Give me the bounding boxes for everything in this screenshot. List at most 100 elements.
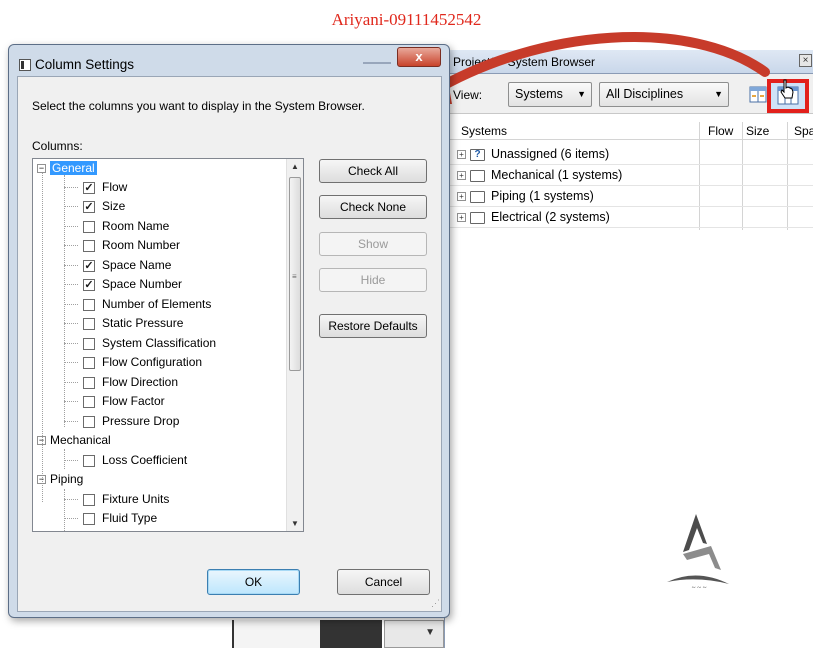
view-dropdown[interactable]: Systems ▼ [508,82,592,107]
column-option-label: Pressure Drop [102,414,180,428]
chevron-up-icon[interactable]: ▲ [291,162,299,171]
column-option[interactable]: Fluid Type [64,509,158,528]
tree-group-label: Mechanical [50,433,111,447]
expand-icon[interactable]: + [457,192,466,202]
collapse-icon[interactable]: − [37,475,46,485]
column-option-label: Space Name [102,258,172,272]
logo-icon: ~ ~ ~ [667,514,729,592]
check-none-button[interactable]: Check None [319,195,427,219]
collapse-icon[interactable]: − [37,436,46,446]
system-browser-title: Project2 - System Browser [453,55,596,69]
column-option[interactable]: ✓ Space Name [64,256,172,275]
tree-connector [64,265,78,266]
tree-connector [64,323,78,324]
tree-connector [64,460,78,461]
column-option[interactable]: ✓ Flow [64,178,128,197]
close-icon[interactable]: × [799,54,812,67]
column-option[interactable]: Flow Direction [64,373,178,392]
checkbox-unchecked-icon[interactable] [83,239,95,252]
expand-icon[interactable]: + [457,150,466,160]
tree-connector [64,226,78,227]
checkbox-checked-icon[interactable]: ✓ [83,278,95,291]
column-option[interactable]: ✓ Space Number [64,275,182,294]
chevron-down-icon: ▼ [577,89,586,99]
column-option-label: Fixture Units [102,492,170,506]
checkbox-checked-icon[interactable]: ✓ [83,259,95,272]
discipline-dropdown[interactable]: All Disciplines ▼ [599,82,729,107]
column-option[interactable]: Fixture Units [64,490,170,509]
list-scrollbar[interactable]: ▲ ≡ ▼ [286,159,303,531]
column-option[interactable]: Flow Configuration [64,353,203,372]
column-option[interactable]: Flow Factor [64,392,165,411]
checkbox-unchecked-icon[interactable] [83,512,95,525]
column-option-label: Flow [102,180,128,194]
expand-icon[interactable]: + [457,171,466,181]
tree-connector [64,343,78,344]
background-scrollbar[interactable]: ▼ [384,620,444,648]
view-dropdown-value: Systems [515,87,563,101]
cancel-button[interactable]: Cancel [337,569,430,595]
checkbox-unchecked-icon[interactable] [83,376,95,389]
resize-grip-icon[interactable]: ⋰ [431,598,440,609]
column-option-label: Flow Factor [102,394,165,408]
tree-connector [64,187,78,188]
restore-defaults-button[interactable]: Restore Defaults [319,314,427,338]
folder-icon [470,211,485,224]
check-all-button[interactable]: Check All [319,159,427,183]
column-option-label: Fluid Type [102,511,158,525]
tree-item-label: Piping (1 systems) [491,189,594,203]
chevron-down-icon[interactable]: ▼ [291,519,299,528]
column-header-flow[interactable]: Flow [708,124,733,138]
column-option-label: Flow Configuration [102,355,203,369]
column-divider [787,122,788,230]
tree-group-piping[interactable]: − Piping [37,470,83,489]
column-header-systems[interactable]: Systems [461,124,507,138]
tree-connector [64,382,78,383]
columns-label: Columns: [32,139,83,153]
expand-icon[interactable]: + [457,213,466,223]
tree-connector [64,284,78,285]
column-option[interactable]: ✓ Size [64,197,125,216]
autofit-columns-icon[interactable] [749,86,767,103]
close-button[interactable]: x [397,47,441,67]
hide-button[interactable]: Hide [319,268,427,292]
instruction-text: Select the columns you want to display i… [32,99,365,113]
tree-item[interactable]: +? Unassigned (6 items) [457,144,609,164]
checkbox-unchecked-icon[interactable] [83,356,95,369]
checkbox-unchecked-icon[interactable] [83,395,95,408]
row-divider [445,227,813,228]
checkbox-unchecked-icon[interactable] [83,493,95,506]
columns-tree-list[interactable]: − General ✓ Flow ✓ Size Room Name Room Numb… [32,158,304,532]
column-option[interactable]: Pressure Drop [64,412,180,431]
discipline-dropdown-value: All Disciplines [606,87,684,101]
column-option[interactable]: Loss Coefficient [64,451,187,470]
tree-group-general[interactable]: − General [37,159,97,178]
tree-group-mechanical[interactable]: − Mechanical [37,431,111,450]
column-option[interactable]: Room Name [64,217,169,236]
checkbox-checked-icon[interactable]: ✓ [83,181,95,194]
checkbox-unchecked-icon[interactable] [83,220,95,233]
collapse-icon[interactable]: − [37,164,46,174]
column-option[interactable]: Static Pressure [64,314,183,333]
checkbox-unchecked-icon[interactable] [83,454,95,467]
ok-button[interactable]: OK [207,569,300,595]
checkbox-unchecked-icon[interactable] [83,317,95,330]
column-header-size[interactable]: Size [746,124,769,138]
column-settings-dialog: Column Settings x Select the columns you… [8,44,450,618]
tree-item[interactable]: + Mechanical (1 systems) [457,165,622,185]
checkbox-unchecked-icon[interactable] [83,415,95,428]
tree-item[interactable]: + Piping (1 systems) [457,186,594,206]
column-header-space[interactable]: Spa [794,124,813,138]
tree-connector [64,499,78,500]
column-option[interactable]: System Classification [64,334,216,353]
checkbox-checked-icon[interactable]: ✓ [83,200,95,213]
tree-item[interactable]: + Electrical (2 systems) [457,207,610,227]
column-option[interactable]: Room Number [64,236,181,255]
column-option[interactable]: Number of Elements [64,295,211,314]
column-option-label: Room Number [102,238,181,252]
folder-icon [470,169,485,182]
checkbox-unchecked-icon[interactable] [83,298,95,311]
checkbox-unchecked-icon[interactable] [83,337,95,350]
show-button[interactable]: Show [319,232,427,256]
system-browser-toolbar: View: Systems ▼ All Disciplines ▼ [445,74,813,114]
